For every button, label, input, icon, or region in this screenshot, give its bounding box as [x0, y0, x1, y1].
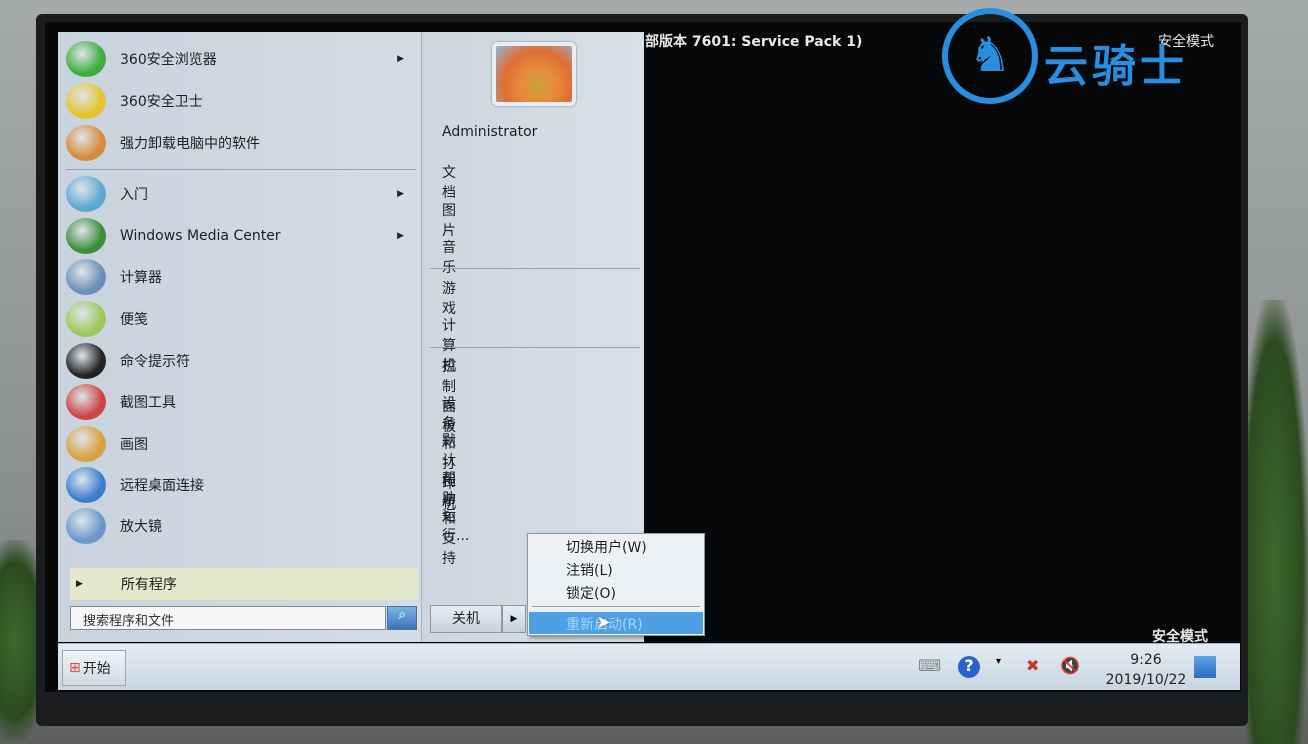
program-item[interactable]: 入门 ▶ — [66, 174, 418, 214]
program-item[interactable]: 强力卸载电脑中的软件 — [66, 123, 418, 163]
time: 9:26 — [1130, 652, 1162, 668]
snipping-tool-icon — [66, 384, 106, 420]
search-input[interactable]: 搜索程序和文件 — [70, 606, 386, 630]
user-name-link[interactable]: Administrator — [442, 124, 537, 140]
cmd-icon — [66, 343, 106, 379]
submenu-arrow-icon: ▶ — [397, 189, 404, 199]
program-label: Windows Media Center — [120, 228, 281, 244]
volume-muted-icon[interactable]: 🔇 — [1060, 656, 1082, 678]
shutdown-options-arrow[interactable]: ▶ — [502, 605, 526, 633]
arrow-right-icon: ▶ — [76, 579, 83, 589]
program-item[interactable]: 命令提示符 — [66, 341, 418, 381]
clock[interactable]: 9:26 2019/10/22 — [1096, 650, 1196, 690]
program-item[interactable]: 360安全浏览器 ▶ — [66, 39, 418, 79]
start-button[interactable]: ⊞ 开始 — [62, 650, 126, 686]
date: 2019/10/22 — [1105, 672, 1187, 688]
menu-item-restart[interactable]: 重新启动(R) — [529, 612, 703, 634]
menu-item-logoff[interactable]: 注销(L) — [566, 560, 613, 580]
submenu-arrow-icon: ▶ — [397, 231, 404, 241]
search-icon[interactable]: ⌕ — [387, 606, 417, 630]
places-item[interactable]: 游戏 — [442, 278, 456, 318]
program-item[interactable]: 放大镜 — [66, 506, 418, 546]
divider — [66, 169, 416, 170]
program-label: 放大镜 — [120, 519, 162, 535]
windows-logo-icon: ⊞ — [69, 660, 81, 676]
program-item[interactable]: 画图 — [66, 424, 418, 464]
program-label: 计算器 — [120, 270, 162, 286]
magnifier-icon — [66, 508, 106, 544]
places-item[interactable]: 图片 — [442, 200, 456, 240]
program-label: 画图 — [120, 437, 148, 453]
shutdown-submenu: 切换用户(W) 注销(L) 锁定(O) 重新启动(R) — [527, 533, 705, 636]
network-error-icon[interactable]: ✖ — [1026, 656, 1048, 678]
show-hidden-icons[interactable]: ▾ — [996, 656, 1018, 678]
menu-item-switch-user[interactable]: 切换用户(W) — [566, 537, 647, 557]
360-safeguard-icon — [66, 83, 106, 119]
mouse-cursor-icon: ➤ — [596, 612, 612, 633]
program-item[interactable]: 远程桌面连接 — [66, 465, 418, 505]
sticky-notes-icon — [66, 301, 106, 337]
program-label: 强力卸载电脑中的软件 — [120, 136, 260, 152]
program-label: 360安全浏览器 — [120, 52, 217, 68]
program-label: 截图工具 — [120, 395, 176, 411]
program-label: 命令提示符 — [120, 354, 190, 370]
uninstall-icon — [66, 125, 106, 161]
submenu-arrow-icon: ▶ — [397, 54, 404, 64]
program-item[interactable]: 截图工具 — [66, 382, 418, 422]
program-label: 360安全卫士 — [120, 94, 203, 110]
divider — [430, 347, 640, 348]
taskbar: ⊞ 开始 ⌨ ? ▾ ✖ 🔇 9:26 2019/10/22 — [58, 643, 1240, 690]
program-label: 便笺 — [120, 312, 148, 328]
program-item[interactable]: 360安全卫士 — [66, 81, 418, 121]
360-browser-icon — [66, 41, 106, 77]
calculator-icon — [66, 259, 106, 295]
places-item[interactable]: 音乐 — [442, 237, 456, 277]
all-programs-label: 所有程序 — [120, 577, 177, 593]
remote-desktop-icon — [66, 467, 106, 503]
places-item[interactable]: 文档 — [442, 162, 456, 202]
plant — [1240, 300, 1308, 744]
program-item[interactable]: Windows Media Center ▶ — [66, 216, 418, 256]
media-center-icon — [66, 218, 106, 254]
all-programs-button[interactable]: ▶ 所有程序 — [70, 568, 418, 600]
getting-started-icon — [66, 176, 106, 212]
program-item[interactable]: 便笺 — [66, 299, 418, 339]
show-desktop-button[interactable] — [1194, 656, 1216, 678]
divider — [430, 268, 640, 269]
watermark-text: 云骑士 — [1044, 41, 1188, 92]
start-label: 开始 — [82, 661, 111, 677]
menu-item-lock[interactable]: 锁定(O) — [566, 583, 616, 603]
paint-icon — [66, 426, 106, 462]
user-avatar[interactable] — [492, 42, 576, 106]
program-item[interactable]: 计算器 — [66, 257, 418, 297]
help-icon[interactable]: ? — [958, 656, 980, 678]
keyboard-icon[interactable]: ⌨ — [918, 656, 941, 678]
divider — [532, 606, 700, 607]
places-item[interactable]: 运行... — [442, 505, 469, 545]
watermark-logo-icon: ♞ — [942, 8, 1038, 104]
program-label: 入门 — [120, 187, 148, 203]
program-label: 远程桌面连接 — [120, 478, 204, 494]
shutdown-button[interactable]: 关机 — [430, 605, 502, 633]
version-text: 部版本 7601: Service Pack 1) — [645, 34, 863, 50]
